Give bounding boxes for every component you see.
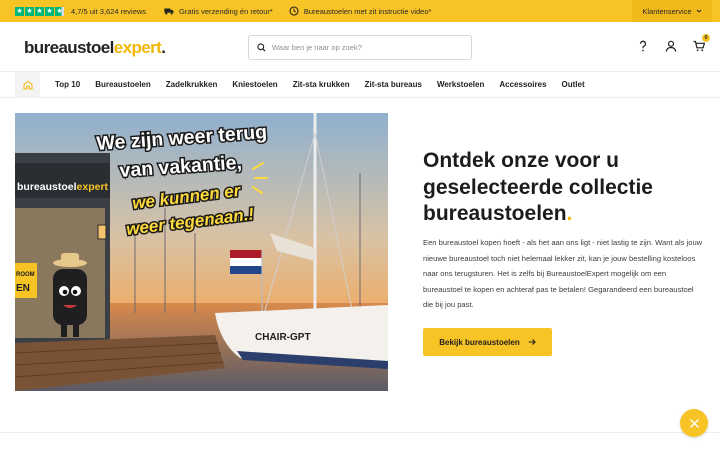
nav-item-outlet[interactable]: Outlet <box>562 80 585 89</box>
star-icon: ★ <box>45 6 54 16</box>
nav-item-zadelkrukken[interactable]: Zadelkrukken <box>166 80 218 89</box>
store-sign-main: bureaustoel <box>17 181 77 193</box>
usp-shipping: Gratis verzending én retour* <box>164 6 273 16</box>
store-sign-accent: expert <box>77 181 109 193</box>
account-button[interactable] <box>664 39 678 53</box>
cart-button[interactable]: 0 <box>692 34 710 53</box>
showroom-fragment-1: ROOM <box>16 272 35 278</box>
logo-main-text: bureaustoel <box>24 38 114 57</box>
rating-text[interactable]: 4,7/5 uit 3,624 reviews <box>71 7 146 16</box>
user-icon <box>665 40 677 52</box>
hero-title-text: Ontdek onze voor u geselecteerde collect… <box>423 149 653 225</box>
site-logo[interactable]: bureaustoelexpert. <box>24 38 166 58</box>
section-divider <box>0 432 720 433</box>
chevron-down-icon <box>696 9 701 13</box>
star-icon: ★ <box>25 6 34 16</box>
clock-icon <box>289 6 299 16</box>
logo-dot: . <box>161 38 166 57</box>
arrow-right-icon <box>528 339 536 345</box>
store-sign-text: bureaustoelexpert <box>17 181 109 193</box>
question-mark-icon <box>639 40 647 52</box>
usp-video: Bureaustoelen met zit instructie video* <box>289 6 432 16</box>
nav-item-werkstoelen[interactable]: Werkstoelen <box>437 80 484 89</box>
nav-item-kniestoelen[interactable]: Kniestoelen <box>232 80 277 89</box>
cta-label: Bekijk bureaustoelen <box>439 337 520 347</box>
nav-item-top-10[interactable]: Top 10 <box>55 80 80 89</box>
main-nav: Top 10 Bureaustoelen Zadelkrukken Kniest… <box>0 71 720 98</box>
star-icon: ★ <box>15 6 24 16</box>
hero-title-dot: . <box>566 202 573 225</box>
showroom-fragment-2: EN <box>16 283 30 294</box>
vacation-banner-illustration: CHAIR-GPT bureaustoelexpert ROOM EN We z… <box>15 113 388 391</box>
help-button[interactable] <box>636 39 650 53</box>
usp-video-text: Bureaustoelen met zit instructie video* <box>303 6 432 16</box>
home-icon <box>23 80 32 89</box>
nav-item-zit-sta-krukken[interactable]: Zit-sta krukken <box>293 80 350 89</box>
search-input[interactable] <box>272 43 462 52</box>
nav-home-button[interactable] <box>15 71 40 98</box>
nav-item-bureaustoelen[interactable]: Bureaustoelen <box>95 80 151 89</box>
site-header: bureaustoelexpert. 0 <box>0 22 720 72</box>
hero-banner-image: CHAIR-GPT bureaustoelexpert ROOM EN We z… <box>15 113 388 391</box>
logo-accent-text: expert <box>113 38 162 57</box>
cart-icon <box>693 40 705 52</box>
nav-item-zit-sta-bureaus[interactable]: Zit-sta bureaus <box>365 80 422 89</box>
customer-service-menu[interactable]: Klantenservice <box>632 0 712 22</box>
top-bar: ★ ★ ★ ★ ★ 4,7/5 uit 3,624 reviews Gratis… <box>0 0 720 22</box>
truck-icon <box>164 8 174 15</box>
close-floating-button[interactable] <box>680 409 708 437</box>
search-icon <box>257 43 266 52</box>
trustpilot-stars[interactable]: ★ ★ ★ ★ ★ <box>15 6 64 16</box>
boat-name-text: CHAIR-GPT <box>255 332 311 343</box>
cart-count-badge: 0 <box>702 34 710 42</box>
search-bar[interactable] <box>248 35 472 60</box>
customer-service-label: Klantenservice <box>642 6 692 16</box>
star-icon: ★ <box>55 6 64 16</box>
hero-description: Een bureaustoel kopen hoeft - als het aa… <box>423 238 703 310</box>
usp-shipping-text: Gratis verzending én retour* <box>179 6 273 16</box>
hero-title: Ontdek onze voor u geselecteerde collect… <box>423 148 693 228</box>
star-icon: ★ <box>35 6 44 16</box>
nav-item-accessoires[interactable]: Accessoires <box>499 80 546 89</box>
view-office-chairs-button[interactable]: Bekijk bureaustoelen <box>423 328 552 356</box>
close-icon <box>689 418 699 428</box>
